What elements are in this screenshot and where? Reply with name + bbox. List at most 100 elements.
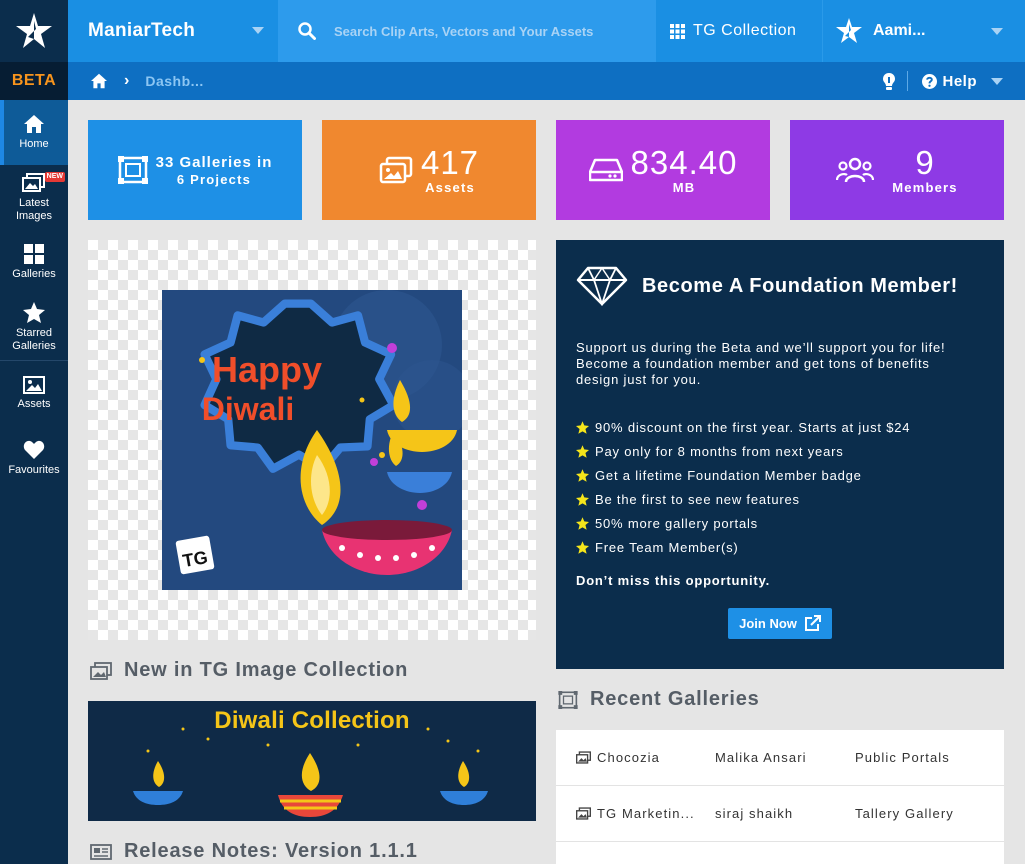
gallery-name-cell: Chocozia — [556, 750, 715, 765]
sidebar-item-label: Favourites — [8, 464, 60, 476]
happy-diwali-image: Happy Diwali TG — [162, 290, 462, 590]
sidebar-item-latest-images[interactable]: NEW Latest Images — [0, 165, 68, 230]
app-logo[interactable] — [0, 0, 68, 62]
sidebar-item-starred-galleries[interactable]: Starred Galleries — [0, 295, 68, 360]
divider — [907, 71, 909, 91]
join-now-label: Join Now — [739, 616, 797, 631]
help-button[interactable]: Help — [922, 73, 977, 90]
table-row[interactable]: TG Marketin... siraj shaikh Tallery Gall… — [556, 786, 1004, 842]
sidebar-item-label: Galleries — [12, 268, 56, 280]
stat-card-storage[interactable]: 834.40 MB — [556, 120, 770, 220]
list-item: 90% discount on the first year. Starts a… — [576, 415, 910, 439]
images-icon — [90, 661, 112, 680]
user-menu[interactable]: Aami... — [822, 0, 1025, 62]
assets-label: Assets — [425, 179, 475, 195]
list-item: Free Team Member(s) — [576, 535, 910, 559]
lightbulb-icon[interactable] — [883, 72, 896, 90]
sidebar-item-label: Starred Galleries — [12, 327, 56, 352]
star-icon — [576, 420, 589, 434]
gallery-owner: Malika Ansari — [715, 750, 807, 765]
image-icon — [23, 376, 45, 394]
recent-galleries-table: Chocozia Malika Ansari Public Portals TG… — [556, 730, 1004, 864]
star-icon — [576, 492, 589, 506]
benefit-text: Pay only for 8 months from next years — [595, 443, 844, 459]
foundation-title: Become A Foundation Member! — [576, 266, 958, 306]
user-name: Aami... — [873, 22, 926, 39]
grid-small-icon — [670, 23, 685, 39]
projects-count: 6 Projects — [176, 171, 252, 187]
chevron-right-icon: › — [124, 72, 130, 89]
storage-unit: MB — [672, 179, 696, 195]
sidebar-item-home[interactable]: Home — [0, 100, 68, 165]
gallery-name: TG Marketin... — [597, 806, 695, 821]
sidebar-item-galleries[interactable]: Galleries — [0, 230, 68, 295]
members-label: Members — [892, 179, 958, 195]
breadcrumb-current: Dashb... — [145, 73, 204, 89]
sidebar: BETA Home NEW Latest Images Galleries St… — [0, 0, 68, 864]
tg-collection-button[interactable]: TG Collection — [656, 0, 822, 62]
star-icon — [576, 540, 589, 554]
home-icon — [24, 115, 44, 133]
foundation-member-card: Become A Foundation Member! Support us d… — [556, 240, 1004, 669]
home-icon[interactable] — [90, 73, 108, 89]
external-link-icon — [804, 614, 821, 631]
images-icon — [576, 751, 591, 764]
greeting-line-1: Happy — [212, 349, 322, 390]
workspace-selector[interactable]: ManiarTech — [68, 0, 278, 62]
new-badge: NEW — [44, 172, 65, 182]
stat-card-galleries[interactable]: 33 Galleries in 6 Projects — [88, 120, 302, 220]
storage-value: 834.40 — [630, 143, 738, 181]
workspace-name: ManiarTech — [88, 20, 196, 41]
star-icon — [576, 468, 589, 482]
benefits-list: 90% discount on the first year. Starts a… — [576, 415, 910, 559]
hard-drive-icon — [588, 158, 623, 182]
gallery-owner: siraj shaikh — [715, 806, 794, 821]
heart-icon — [23, 440, 45, 459]
grid-icon — [24, 244, 44, 264]
diwali-collection-banner[interactable]: Diwali Collection — [88, 701, 536, 821]
sidebar-item-label: Assets — [17, 398, 51, 410]
sidebar-item-assets[interactable]: Assets — [0, 361, 68, 426]
section-title-release-notes: Release Notes: Version 1.1.1 — [90, 840, 418, 863]
benefit-text: Be the first to see new features — [595, 491, 800, 507]
diyas-illustration — [133, 727, 488, 817]
stat-card-members[interactable]: 9 Members — [790, 120, 1004, 220]
star-icon — [576, 516, 589, 530]
foundation-closing: Don’t miss this opportunity. — [576, 573, 771, 588]
tg-watermark: TG — [181, 547, 209, 571]
foundation-description: Support us during the Beta and we’ll sup… — [576, 340, 946, 387]
list-item: Pay only for 8 months from next years — [576, 439, 910, 463]
benefit-text: 90% discount on the first year. Starts a… — [595, 419, 911, 435]
chevron-down-icon[interactable] — [991, 77, 1003, 85]
benefit-text: 50% more gallery portals — [595, 515, 758, 531]
section-title-label: Release Notes: Version 1.1.1 — [124, 840, 418, 862]
gallery-type: Tallery Gallery — [855, 806, 954, 821]
gallery-name-cell: TG Marketin... — [556, 806, 715, 821]
sidebar-item-label: Home — [19, 138, 49, 150]
featured-image-panel[interactable]: Happy Diwali TG — [88, 240, 536, 640]
join-now-button[interactable]: Join Now — [728, 608, 832, 639]
greeting-line-2: Diwali — [202, 391, 294, 427]
section-title-label: New in TG Image Collection — [124, 659, 409, 681]
gallery-frame-icon — [117, 156, 148, 184]
beta-badge: BETA — [0, 62, 68, 100]
search-bar — [278, 0, 656, 62]
search-icon[interactable] — [298, 22, 316, 40]
breadcrumb: › Dashb... Help — [68, 62, 1025, 100]
sidebar-item-favourites[interactable]: Favourites — [0, 426, 68, 491]
newspaper-icon — [90, 843, 112, 860]
stat-card-assets[interactable]: 417 Assets — [322, 120, 536, 220]
list-item: Get a lifetime Foundation Member badge — [576, 463, 910, 487]
search-input[interactable] — [334, 23, 634, 39]
gallery-type: Public Portals — [855, 750, 950, 765]
table-row[interactable]: Chocozia Malika Ansari Public Portals — [556, 730, 1004, 786]
star-icon — [23, 302, 45, 323]
assets-count: 417 — [420, 143, 480, 181]
benefit-text: Get a lifetime Foundation Member badge — [595, 467, 862, 483]
users-icon — [836, 157, 875, 183]
star-logo-icon — [16, 13, 52, 48]
chevron-down-icon — [252, 27, 264, 34]
benefit-text: Free Team Member(s) — [595, 539, 739, 555]
help-label: Help — [942, 72, 977, 90]
gallery-frame-icon — [558, 690, 578, 709]
